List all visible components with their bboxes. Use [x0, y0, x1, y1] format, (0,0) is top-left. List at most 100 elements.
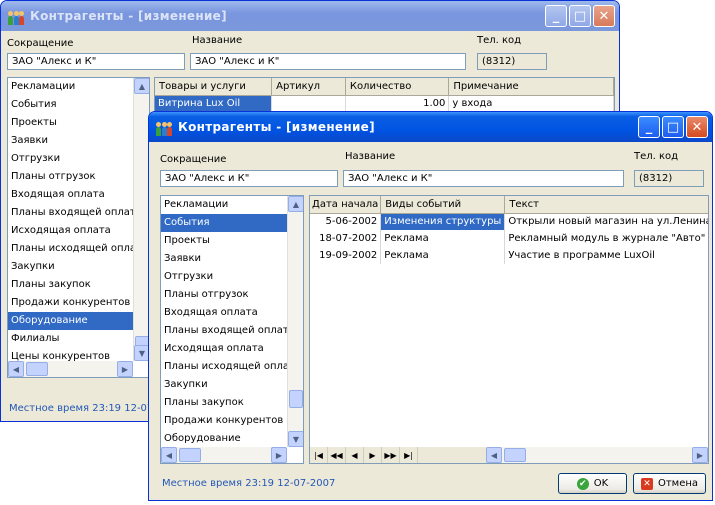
sidebar-item[interactable]: Оборудование [161, 430, 303, 448]
sidebar-item[interactable]: События [8, 96, 149, 114]
col-start-date[interactable]: Дата начала [310, 196, 382, 214]
sidebar-item[interactable]: Рекламации [8, 78, 149, 96]
scroll-thumb[interactable] [504, 448, 526, 462]
table-row[interactable]: 18-07-2002 Реклама Рекламный модуль в жу… [310, 230, 708, 247]
front-list-vscroll[interactable]: ▲ ▼ [287, 196, 303, 447]
sidebar-item[interactable]: Планы исходящей оплаты [8, 240, 149, 258]
cell-text[interactable]: Рекламный модуль в журнале "Авто" [504, 230, 708, 247]
scroll-left-icon[interactable]: ◀ [486, 447, 502, 463]
sidebar-item[interactable]: Оборудование [8, 312, 149, 330]
scroll-left-icon[interactable]: ◀ [8, 361, 24, 377]
table-row[interactable]: 19-09-2002 Реклама Участие в программе L… [310, 247, 708, 264]
col-article[interactable]: Артикул [271, 78, 346, 96]
prev-page-icon[interactable]: ◀◀ [328, 447, 346, 463]
next-page-icon[interactable]: ▶▶ [382, 447, 400, 463]
sidebar-item[interactable]: Планы исходящей оплаты [161, 358, 303, 376]
maximize-icon[interactable]: □ [569, 5, 591, 27]
cell-date[interactable]: 19-09-2002 [310, 247, 382, 264]
back-section-list[interactable]: Рекламации События Проекты Заявки Отгрузки Пл… [7, 77, 150, 378]
sidebar-item[interactable]: Заявки [8, 132, 149, 150]
back-list-hscroll[interactable]: ◀ ▶ [8, 361, 133, 377]
record-navigator: |◀ ◀◀ ◀ ▶ ▶▶ ▶| [310, 447, 486, 463]
col-note[interactable]: Примечание [448, 78, 614, 96]
minimize-icon[interactable]: _ [545, 5, 567, 27]
sidebar-item[interactable]: Планы закупок [8, 276, 149, 294]
maximize-icon[interactable]: □ [662, 116, 684, 138]
back-titlebar[interactable]: Контрагенты - [изменение] _ □ ✕ [1, 1, 619, 31]
col-text[interactable]: Текст [504, 196, 708, 214]
first-record-icon[interactable]: |◀ [310, 447, 328, 463]
scroll-right-icon[interactable]: ▶ [271, 447, 287, 463]
front-list-hscroll[interactable]: ◀ ▶ [161, 447, 287, 463]
scroll-thumb[interactable] [179, 448, 201, 462]
checkmark-icon: ✔ [576, 477, 589, 490]
scroll-up-icon[interactable]: ▲ [134, 78, 149, 94]
sidebar-item[interactable]: Исходящая оплата [161, 340, 303, 358]
sidebar-item[interactable]: Планы входящей оплаты [8, 204, 149, 222]
scroll-thumb[interactable] [26, 362, 48, 376]
sidebar-item[interactable]: Исходящая оплата [8, 222, 149, 240]
sidebar-item[interactable]: Продажи конкурентов [161, 412, 303, 430]
cell-qty[interactable]: 1.00 [345, 95, 450, 112]
cell-article[interactable] [271, 95, 346, 112]
sidebar-item[interactable]: Отгрузки [8, 150, 149, 168]
scroll-left-icon[interactable]: ◀ [161, 447, 177, 463]
table-row[interactable]: 5-06-2002 Изменения структуры Открыли но… [310, 213, 708, 230]
table-row[interactable]: Витрина Lux Oil 1.00 у входа [155, 95, 614, 112]
abbr-label: Сокращение [160, 154, 227, 165]
cell-text[interactable]: Открыли новый магазин на ул.Ленина [504, 213, 708, 230]
abbr-label: Сокращение [7, 38, 74, 49]
name-field[interactable]: ЗАО "Алекс и К" [343, 170, 624, 187]
cell-text[interactable]: Участие в программе LuxOil [504, 247, 708, 264]
sidebar-item[interactable]: Планы отгрузок [161, 286, 303, 304]
cancel-button[interactable]: ✕ Отмена [633, 473, 706, 494]
phone-code-label: Тел. код [634, 151, 679, 162]
grid-hscroll[interactable]: ◀ ▶ [486, 447, 708, 463]
cell-type[interactable]: Реклама [380, 230, 506, 247]
front-titlebar[interactable]: Контрагенты - [изменение] _ □ ✕ [149, 112, 712, 142]
scroll-up-icon[interactable]: ▲ [288, 196, 303, 212]
sidebar-item[interactable]: Рекламации [161, 196, 303, 214]
cell-note[interactable]: у входа [448, 95, 614, 112]
sidebar-item[interactable]: Входящая оплата [161, 304, 303, 322]
cell-product[interactable]: Витрина Lux Oil [155, 95, 273, 112]
sidebar-item[interactable]: Заявки [161, 250, 303, 268]
cell-date[interactable]: 18-07-2002 [310, 230, 382, 247]
sidebar-item[interactable]: Продажи конкурентов [8, 294, 149, 312]
prev-record-icon[interactable]: ◀ [346, 447, 364, 463]
sidebar-item[interactable]: Планы закупок [161, 394, 303, 412]
col-quantity[interactable]: Количество [345, 78, 450, 96]
sidebar-item[interactable]: Филиалы [8, 330, 149, 348]
sidebar-item[interactable]: Планы отгрузок [8, 168, 149, 186]
scroll-down-icon[interactable]: ▼ [288, 431, 303, 447]
last-record-icon[interactable]: ▶| [400, 447, 418, 463]
phone-code-field: (8312) [634, 170, 704, 187]
scroll-right-icon[interactable]: ▶ [117, 361, 133, 377]
scroll-thumb[interactable] [289, 390, 303, 408]
close-icon[interactable]: ✕ [593, 5, 615, 27]
sidebar-item[interactable]: Проекты [8, 114, 149, 132]
cell-type[interactable]: Реклама [380, 247, 506, 264]
ok-button[interactable]: ✔ OK [558, 473, 627, 494]
back-list-vscroll[interactable]: ▲ ▼ [133, 78, 149, 361]
sidebar-item[interactable]: Проекты [161, 232, 303, 250]
sidebar-item[interactable]: Закупки [8, 258, 149, 276]
scroll-right-icon[interactable]: ▶ [692, 447, 708, 463]
close-icon[interactable]: ✕ [686, 116, 708, 138]
sidebar-item[interactable]: Отгрузки [161, 268, 303, 286]
col-products[interactable]: Товары и услуги [155, 78, 273, 96]
sidebar-item[interactable]: События [161, 214, 303, 232]
cell-type[interactable]: Изменения структуры [380, 213, 506, 230]
sidebar-item[interactable]: Планы входящей оплаты [161, 322, 303, 340]
next-record-icon[interactable]: ▶ [364, 447, 382, 463]
name-field[interactable]: ЗАО "Алекс и К" [190, 53, 466, 70]
front-events-grid[interactable]: Дата начала Виды событий Текст 5-06-2002… [309, 195, 709, 464]
sidebar-item[interactable]: Входящая оплата [8, 186, 149, 204]
sidebar-item[interactable]: Закупки [161, 376, 303, 394]
abbr-field[interactable]: ЗАО "Алекс и К" [7, 53, 185, 70]
minimize-icon[interactable]: _ [638, 116, 660, 138]
front-section-list[interactable]: Рекламации События Проекты Заявки Отгрузки Пл… [160, 195, 304, 464]
cell-date[interactable]: 5-06-2002 [310, 213, 382, 230]
col-event-type[interactable]: Виды событий [380, 196, 506, 214]
abbr-field[interactable]: ЗАО "Алекс и К" [160, 170, 338, 187]
